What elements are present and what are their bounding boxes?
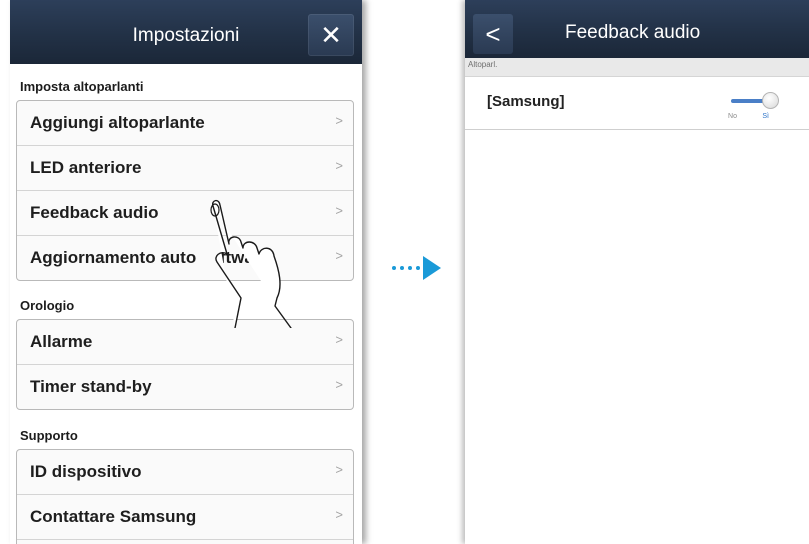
close-button[interactable]: ✕ [308,14,354,56]
chevron-right-icon: > [335,113,343,128]
chevron-right-icon: > [335,332,343,347]
menu-item-label: ID dispositivo [30,462,142,481]
section-sub-header: Altoparl. [465,58,809,77]
support-settings-group: ID dispositivo > Contattare Samsung > [16,449,354,544]
menu-item-label: Contattare Samsung [30,507,197,526]
page-title: Feedback audio [565,22,701,43]
tap-hand-icon [210,199,292,328]
section-header-support: Supporto [20,428,78,443]
top-bar: Impostazioni ✕ [10,0,362,64]
section-header-clock: Orologio [20,298,75,313]
menu-item-label: LED anteriore [30,158,142,177]
toggle-knob[interactable] [762,92,779,109]
menu-item-label: Allarme [30,332,93,351]
chevron-right-icon: > [335,507,343,522]
settings-screen: Impostazioni ✕ Imposta altoparlanti Aggi… [10,0,362,544]
menu-item-label: Timer stand-by [30,377,152,396]
section-header-speakers: Imposta altoparlanti [20,79,144,94]
chevron-right-icon: > [335,248,343,263]
chevron-left-icon: < [485,18,501,49]
chevron-right-icon: > [335,377,343,392]
sub-header-label: Altoparl. [468,60,498,69]
menu-item-contact-samsung[interactable]: Contattare Samsung > [17,495,353,540]
chevron-right-icon: > [335,462,343,477]
speaker-name: [Samsung] [487,93,565,110]
speaker-row: [Samsung] No Sì [465,77,809,130]
menu-item-device-id[interactable]: ID dispositivo > [17,450,353,495]
toggle-on-label: Sì [762,113,769,120]
menu-item-label: Aggiungi altoparlante [30,113,205,132]
clock-settings-group: Allarme > Timer stand-by > [16,319,354,410]
menu-item-add-speaker[interactable]: Aggiungi altoparlante > [17,101,353,146]
transition-arrow-icon [392,256,441,280]
toggle-off-label: No [728,113,737,120]
menu-item-standby-timer[interactable]: Timer stand-by > [17,365,353,409]
top-bar: < Feedback audio [465,0,809,58]
menu-item-label: Feedback audio [30,203,159,222]
chevron-right-icon: > [335,158,343,173]
back-button[interactable]: < [473,14,513,54]
close-icon: ✕ [320,19,342,50]
audio-feedback-toggle[interactable] [727,91,779,111]
audio-feedback-screen: < Feedback audio Altoparl. [Samsung] No … [465,0,809,544]
chevron-right-icon: > [335,203,343,218]
menu-item-front-led[interactable]: LED anteriore > [17,146,353,191]
